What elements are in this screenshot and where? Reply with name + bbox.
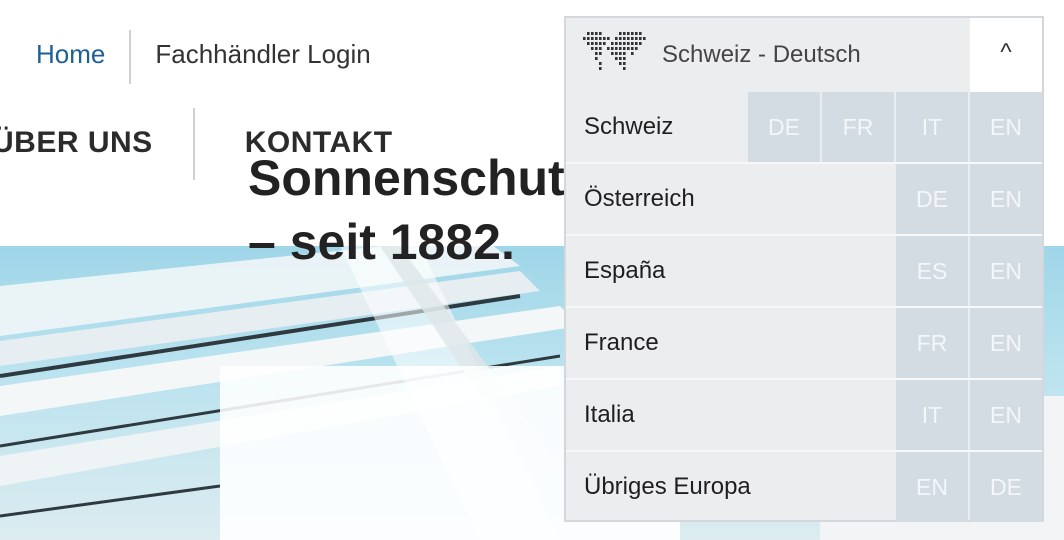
dropdown-header[interactable]: Schweiz - Deutsch ^ <box>566 18 1042 92</box>
language-button-en[interactable]: EN <box>970 92 1042 162</box>
country-list: Schweiz DE FR IT EN Österreich DE EN España ES EN F… <box>566 92 1042 524</box>
language-button-fr[interactable]: FR <box>822 92 894 162</box>
language-options: ES EN <box>894 236 1042 306</box>
language-button-de[interactable]: DE <box>748 92 820 162</box>
country-name: Übriges Europa <box>584 473 751 500</box>
country-name: Schweiz <box>584 113 674 140</box>
region-language-dropdown: Schweiz - Deutsch ^ Schweiz DE FR IT EN Öster… <box>564 16 1044 522</box>
language-options: DE FR IT EN <box>746 92 1042 162</box>
language-button-de[interactable]: DE <box>970 452 1042 522</box>
language-button-en[interactable]: EN <box>970 380 1042 450</box>
language-options: FR EN <box>894 308 1042 378</box>
country-name: Italia <box>584 401 635 428</box>
country-row: España ES EN <box>566 236 1042 308</box>
dealer-login-link[interactable]: Fachhändler Login <box>131 30 394 78</box>
language-button-en[interactable]: EN <box>970 236 1042 306</box>
country-row: Schweiz DE FR IT EN <box>566 92 1042 164</box>
hero-title-line1: Sonnenschutz <box>248 150 590 206</box>
home-link[interactable]: Home <box>0 30 129 78</box>
language-button-es[interactable]: ES <box>896 236 968 306</box>
language-button-en[interactable]: EN <box>970 308 1042 378</box>
language-options: IT EN <box>894 380 1042 450</box>
language-button-it[interactable]: IT <box>896 380 968 450</box>
country-name: Österreich <box>584 185 695 212</box>
nav-item-about[interactable]: ÜBER UNS <box>0 108 193 178</box>
language-button-fr[interactable]: FR <box>896 308 968 378</box>
world-map-icon <box>583 32 646 70</box>
language-options: EN DE <box>894 452 1042 522</box>
language-button-de[interactable]: DE <box>896 164 968 234</box>
current-region-label: Schweiz - Deutsch <box>662 41 861 68</box>
hero-title: Sonnenschutz – seit 1882. <box>248 146 590 274</box>
country-row: Italia IT EN <box>566 380 1042 452</box>
hero-title-line2: – seit 1882. <box>248 214 515 270</box>
country-row: Österreich DE EN <box>566 164 1042 236</box>
language-button-en[interactable]: EN <box>896 452 968 522</box>
language-button-en[interactable]: EN <box>970 164 1042 234</box>
country-name: España <box>584 257 666 284</box>
country-row: France FR EN <box>566 308 1042 380</box>
country-row: Übriges Europa EN DE <box>566 452 1042 524</box>
chevron-up-icon: ^ <box>1000 39 1012 66</box>
language-options: DE EN <box>894 164 1042 234</box>
dropdown-toggle-button[interactable]: ^ <box>970 18 1042 92</box>
language-button-it[interactable]: IT <box>896 92 968 162</box>
top-links: Home Fachhändler Login <box>0 30 395 84</box>
country-name: France <box>584 329 659 356</box>
